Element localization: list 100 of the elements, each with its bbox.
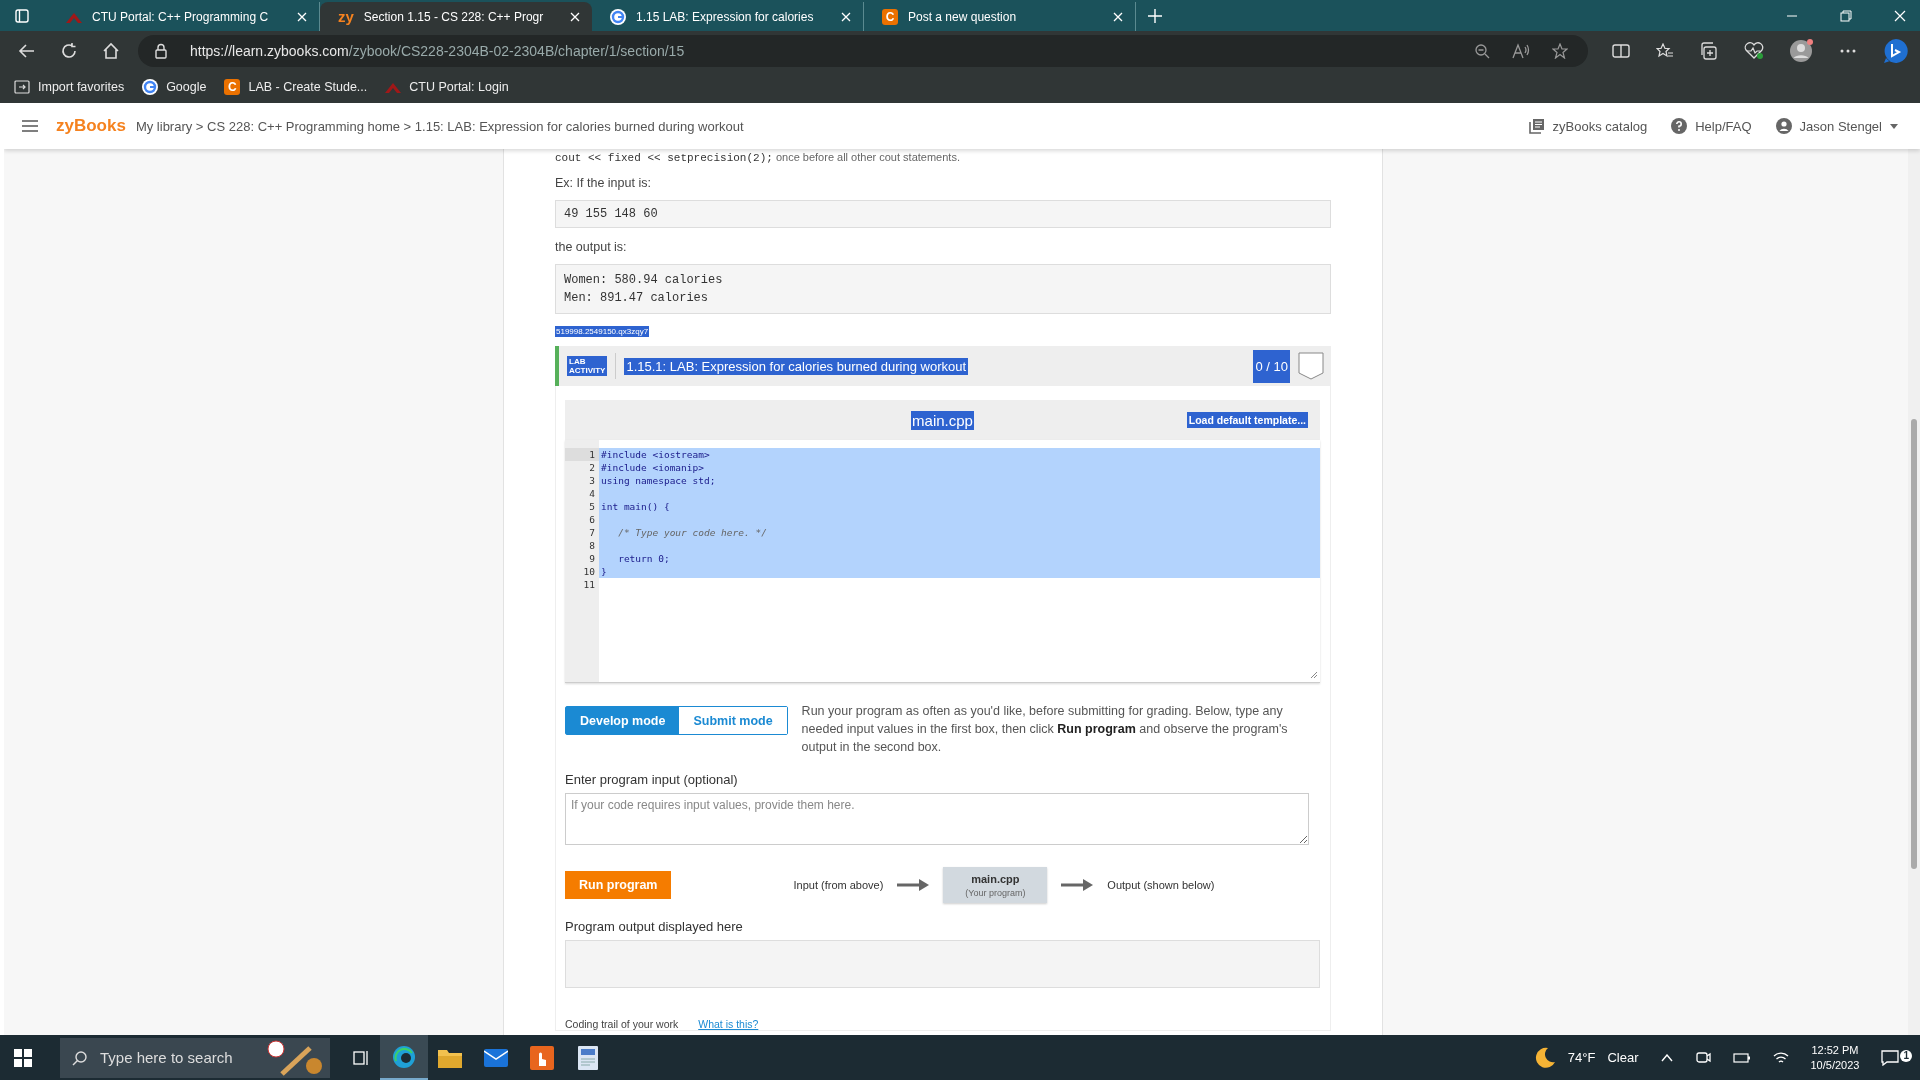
wifi-icon[interactable]: [1772, 1050, 1789, 1065]
mode-tab[interactable]: Develop mode: [566, 707, 680, 734]
lock-icon: [154, 43, 168, 59]
score: 0 / 10: [1253, 349, 1290, 383]
google-icon: [610, 8, 626, 25]
code-editor[interactable]: 1 2 3 4 5 6 7 8 9 10 11 #include <iostream> #include <iomanip> using namespace std; int main() { /* Type your code here. */ return 0; }: [565, 440, 1320, 683]
close-icon[interactable]: [297, 11, 307, 22]
browser-tab[interactable]: zy Section 1.15 - CS 228: C++ Progr: [320, 2, 592, 31]
catalog-icon: [1528, 118, 1545, 134]
new-tab-icon[interactable]: [1148, 8, 1162, 23]
arrow-icon: [1061, 879, 1094, 891]
close-icon[interactable]: [841, 11, 851, 22]
tab-actions-icon[interactable]: [14, 7, 30, 24]
import-icon: [14, 80, 30, 94]
chat-bubble-icon[interactable]: [1882, 37, 1910, 65]
battery-icon[interactable]: [1732, 1051, 1751, 1064]
bookmark[interactable]: C LAB - Create Stude...: [224, 79, 368, 95]
what-is-this-link[interactable]: What is this?: [698, 1018, 759, 1030]
header-link[interactable]: zyBooks catalog: [1528, 118, 1648, 134]
home-icon[interactable]: [102, 42, 120, 60]
read-aloud-icon[interactable]: [1512, 43, 1530, 59]
program-input-field[interactable]: If your code requires input values, provide them here.: [565, 793, 1309, 845]
line-number: 2: [588, 461, 596, 474]
search-icon: [72, 1049, 88, 1066]
tab-title: CTU Portal: C++ Programming C: [92, 9, 270, 24]
meet-icon[interactable]: [1694, 1049, 1711, 1066]
collections-icon[interactable]: [1700, 42, 1718, 60]
field-label: Enter program input (optional): [565, 772, 739, 787]
arrow-icon: [897, 879, 930, 891]
profile-avatar-icon[interactable]: [1790, 39, 1814, 63]
line-number: 9: [588, 552, 596, 565]
zoom-out-icon[interactable]: [1474, 43, 1490, 59]
windows-start-icon[interactable]: [14, 1048, 32, 1067]
field-label: Program output displayed here: [565, 919, 744, 934]
header-link[interactable]: Help/FAQ: [1671, 118, 1752, 134]
user-icon: [1775, 118, 1792, 134]
moon-icon: [1533, 1046, 1556, 1069]
body-text: once before all other cout statements.: [775, 151, 960, 163]
shield-icon: [1298, 352, 1324, 380]
favorites-icon[interactable]: [1656, 43, 1674, 59]
heartbeat-icon[interactable]: [1744, 42, 1764, 60]
close-icon[interactable]: [570, 11, 580, 22]
line-number: 6: [588, 513, 596, 526]
header-link[interactable]: Jason Stengel: [1775, 118, 1898, 134]
activity-id: 519998.2549150.qx3zqy7: [555, 326, 650, 337]
tab-title: Post a new question: [908, 9, 1018, 24]
resize-grip-icon[interactable]: [1311, 672, 1317, 678]
caret-icon: [1890, 123, 1898, 129]
load-template-button[interactable]: Load default template...: [1186, 412, 1308, 428]
c-logo: C: [882, 8, 898, 25]
task-view-icon[interactable]: [352, 1048, 370, 1067]
url-text: https://learn.zybooks.com/zybook/CS228-2304B-02-2304B/chapter/1/section/15: [190, 43, 685, 59]
star-icon[interactable]: [1552, 43, 1568, 59]
notification-button[interactable]: 1: [1881, 1049, 1912, 1066]
menu-icon[interactable]: [22, 120, 38, 132]
help-icon: [1671, 118, 1688, 134]
refresh-icon[interactable]: [60, 42, 78, 60]
zy-logo: zy: [338, 8, 354, 25]
baseball-drawing: [264, 1039, 324, 1076]
bookmark[interactable]: Google: [142, 79, 207, 95]
close-icon[interactable]: [1113, 11, 1123, 22]
line-number: 10: [582, 565, 596, 578]
message-icon: [1881, 1049, 1900, 1066]
chevron-logo-icon: [385, 81, 402, 93]
address-field[interactable]: https://learn.zybooks.com/zybook/CS228-2304B-02-2304B/chapter/1/section/15: [138, 35, 1588, 67]
lab-activity-badge: LAB ACTIVITY: [567, 356, 608, 376]
clock[interactable]: 12:52 PM 10/5/2023: [1810, 1042, 1860, 1073]
restore-icon[interactable]: [1840, 9, 1852, 22]
back-icon[interactable]: [18, 42, 36, 60]
program-box: main.cpp (Your program): [943, 867, 1048, 903]
tab-title: 1.15 LAB: Expression for calories: [636, 9, 815, 24]
flow-label: Output (shown below): [1107, 879, 1215, 891]
code-snippet: cout << fixed << setprecision(2);: [555, 152, 773, 164]
body-text: the output is:: [555, 240, 628, 254]
example-input-block: 49 155 148 60: [555, 200, 1331, 228]
weather-text[interactable]: Clear: [1607, 1050, 1639, 1065]
flow-label: Input (from above): [793, 879, 884, 891]
line-number: 8: [588, 539, 596, 552]
breadcrumb[interactable]: My library > CS 228: C++ Programming home > 1.15: LAB: Expression for calories burned during workout: [135, 118, 744, 134]
bookmark[interactable]: CTU Portal: Login: [385, 80, 509, 94]
line-number: 1: [565, 448, 599, 461]
more-icon[interactable]: [1840, 49, 1856, 53]
instructions-text: Run your program as often as you'd like, before submitting for grading. Below, type any needed input values in the first box, then click Run program and observe the program's output in the second box.: [801, 703, 1289, 756]
temperature[interactable]: 74°F: [1567, 1050, 1596, 1065]
line-number: 11: [582, 578, 596, 591]
lab-title: 1.15.1: LAB: Expression for calories burned during workout: [624, 357, 969, 375]
tab-title: Section 1.15 - CS 228: C++ Progr: [363, 9, 545, 24]
example-output-block: Women: 580.94 calories Men: 891.47 calories: [555, 264, 1331, 314]
chevron-up-icon[interactable]: [1660, 1053, 1673, 1062]
file-name: main.cpp: [911, 410, 974, 430]
scrollbar[interactable]: [1908, 149, 1920, 1035]
line-number: 4: [588, 487, 596, 500]
google-icon: [142, 79, 159, 95]
close-icon[interactable]: [1894, 9, 1906, 22]
bookmark[interactable]: Import favorites: [14, 80, 125, 94]
edge-app-icon[interactable]: [380, 1035, 428, 1080]
c-logo: C: [224, 79, 241, 95]
taskbar-search-field[interactable]: Type here to search: [60, 1037, 330, 1078]
trail-label: Coding trail of your work: [565, 1018, 679, 1030]
split-screen-icon[interactable]: [1612, 43, 1630, 59]
